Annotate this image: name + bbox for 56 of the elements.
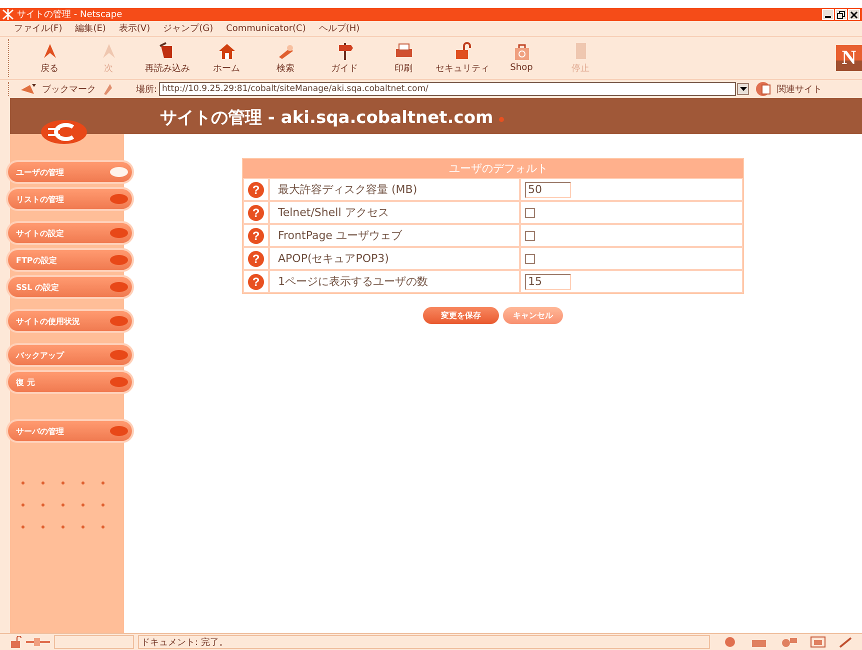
location-label: 場所: — [136, 84, 158, 96]
pen-icon — [838, 636, 854, 648]
toolbar-button[interactable]: 再読み込み — [138, 42, 197, 74]
input-field[interactable]: 15 — [525, 274, 571, 290]
printer-icon — [394, 42, 414, 60]
checkbox[interactable] — [525, 254, 535, 264]
status-dot — [499, 116, 504, 122]
toolbar-button[interactable]: Shop — [492, 43, 551, 73]
n-logo: N — [836, 45, 862, 71]
toolbar-button[interactable]: ガイド — [315, 42, 374, 74]
close-button[interactable] — [848, 9, 860, 20]
field-label: FrontPage ユーザウェブ — [278, 229, 402, 242]
caret-icon — [740, 87, 747, 91]
house-icon — [216, 42, 236, 60]
menu-item[interactable]: ファイル(F) — [14, 22, 62, 35]
toolbar-button[interactable]: ホーム — [197, 42, 256, 74]
toolbar-button[interactable]: セキュリティ — [433, 42, 492, 74]
input-field[interactable]: 50 — [525, 182, 571, 198]
component-icon — [722, 636, 738, 648]
related-sites-button[interactable]: 関連サイト — [775, 82, 824, 96]
menu-item[interactable]: ジャンプ(G) — [163, 22, 214, 35]
minimize-icon — [825, 16, 831, 18]
help-icon[interactable]: ? — [248, 250, 264, 266]
dropdown-button[interactable] — [737, 83, 750, 95]
menu-item[interactable]: Communicator(C) — [226, 24, 306, 34]
help-icon[interactable]: ? — [248, 182, 264, 198]
menu-item[interactable]: ヘルプ(H) — [318, 22, 360, 35]
app-icon — [2, 9, 14, 20]
toolbar-button[interactable]: 検索 — [256, 42, 315, 74]
help-icon[interactable]: ? — [248, 204, 264, 220]
bookmarks-button[interactable]: ブックマーク — [40, 82, 102, 96]
checkbox[interactable] — [525, 230, 535, 241]
help-icon[interactable]: ? — [248, 274, 264, 290]
toolbar-button[interactable]: 印刷 — [374, 42, 433, 74]
minimize-button[interactable] — [822, 9, 834, 20]
close-icon — [850, 10, 858, 18]
menu-item[interactable]: 表示(V) — [118, 22, 150, 35]
field-label: 最大許容ディスク容量 (MB) — [278, 183, 418, 196]
composer-icon — [810, 636, 826, 648]
form-title: ユーザのデフォルト — [243, 159, 743, 178]
padlock-icon — [10, 636, 22, 648]
menu-item[interactable]: 編集(E) — [75, 22, 106, 35]
restore-button[interactable] — [835, 9, 847, 20]
status-text: ドキュメント: 完了。 — [138, 635, 710, 649]
url-field[interactable]: http://10.9.25.29:81/cobalt/siteManage/aki.sqa.cobaltnet.com/ — [159, 82, 736, 96]
page-title: サイトの管理 - aki.sqa.cobaltnet.com — [160, 106, 494, 128]
field-label: 1ページに表示するユーザの数 — [278, 275, 428, 288]
connection-icon — [26, 637, 50, 647]
help-icon[interactable]: ? — [248, 228, 264, 244]
discussion-icon — [780, 636, 798, 648]
window-title: サイトの管理 - Netscape — [17, 8, 122, 21]
field-label: Telnet/Shell アクセス — [278, 206, 389, 219]
restore-icon — [837, 10, 845, 18]
checkbox[interactable] — [525, 208, 535, 218]
field-label: APOP(セキュアPOP3) — [278, 252, 389, 265]
toolbar-button[interactable]: 戻る — [20, 42, 79, 74]
